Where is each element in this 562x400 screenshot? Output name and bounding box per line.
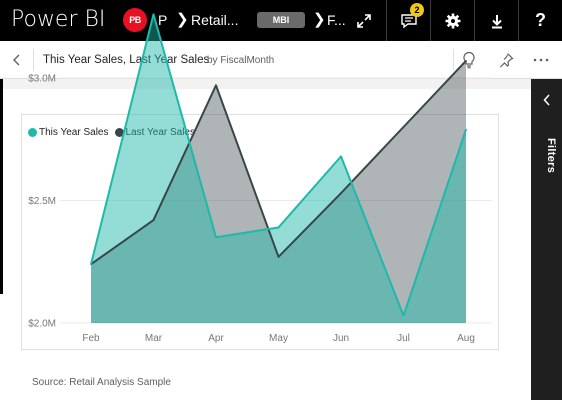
x-tick-label: Aug <box>457 333 475 344</box>
point-last-year <box>465 60 467 62</box>
x-tick-label: Jul <box>397 333 410 344</box>
x-tick-label: Feb <box>82 333 100 344</box>
point-this-year <box>152 13 155 16</box>
point-this-year <box>340 155 342 158</box>
x-tick-label: Apr <box>208 333 224 344</box>
point-last-year <box>215 84 217 87</box>
x-tick-label: Mar <box>145 333 163 344</box>
point-last-year <box>402 126 405 128</box>
x-tick-label: Jun <box>333 333 349 344</box>
point-last-year <box>277 256 280 258</box>
chevron-left-icon <box>543 94 550 106</box>
y-tick-label: $3.0M <box>28 74 56 85</box>
point-this-year <box>90 263 92 266</box>
point-last-year <box>340 192 342 194</box>
filters-pane[interactable] <box>531 79 562 400</box>
collapse-filters-button[interactable] <box>540 93 554 107</box>
point-this-year <box>465 128 467 131</box>
y-tick-label: $2.5M <box>28 196 56 207</box>
area-chart[interactable]: $2.0M $2.5M $3.0M Feb Mar Apr May Jun Jul Aug <box>0 0 562 400</box>
point-this-year <box>402 314 405 317</box>
y-tick-label: $2.0M <box>28 319 56 330</box>
filters-label[interactable]: Filters <box>545 138 557 173</box>
x-tick-label: May <box>269 333 288 344</box>
point-last-year <box>152 219 155 221</box>
source-note: Source: Retail Analysis Sample <box>32 377 171 388</box>
point-this-year <box>277 226 280 229</box>
point-this-year <box>215 236 217 239</box>
